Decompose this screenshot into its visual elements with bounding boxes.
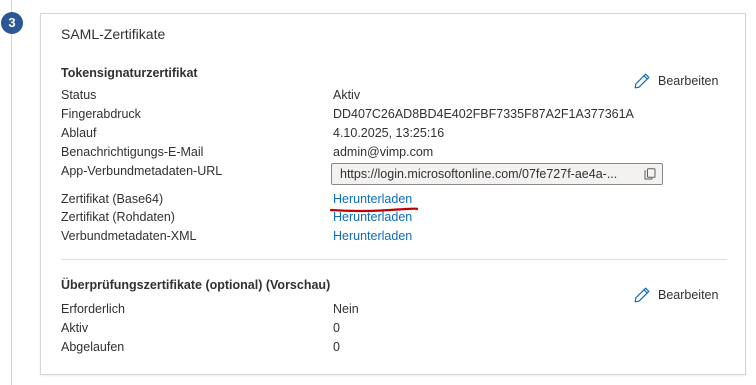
certificate-raw-label: Zertifikat (Rohdaten) bbox=[61, 210, 175, 224]
status-value: Aktiv bbox=[333, 88, 361, 102]
card-title: SAML-Zertifikate bbox=[61, 26, 166, 42]
copy-icon[interactable] bbox=[644, 168, 656, 180]
required-value: Nein bbox=[333, 302, 359, 316]
federation-metadata-xml-download-link[interactable]: Herunterladen bbox=[333, 229, 412, 243]
thumbprint-value: DD407C26AD8BD4E402FBF7335F87A2F1A377361A bbox=[333, 107, 634, 121]
certificate-base64-download-link[interactable]: Herunterladen bbox=[333, 192, 412, 206]
federation-metadata-xml-label: Verbundmetadaten-XML bbox=[61, 229, 197, 243]
verification-certificates-heading: Überprüfungszertifikate (optional) (Vors… bbox=[61, 278, 331, 292]
active-label: Aktiv bbox=[61, 321, 89, 335]
active-value: 0 bbox=[333, 321, 340, 335]
expired-value: 0 bbox=[333, 340, 340, 354]
status-label: Status bbox=[61, 88, 97, 102]
notification-email-label: Benachrichtigungs-E-Mail bbox=[61, 145, 204, 159]
expired-label: Abgelaufen bbox=[61, 340, 125, 354]
section-divider bbox=[61, 259, 727, 260]
required-label: Erforderlich bbox=[61, 302, 125, 316]
notification-email-value: admin@vimp.com bbox=[333, 145, 434, 159]
certificate-base64-label: Zertifikat (Base64) bbox=[61, 192, 164, 206]
app-federation-metadata-url-value[interactable]: https://login.microsoftonline.com/07fe72… bbox=[340, 167, 634, 181]
step-connector-line bbox=[11, 0, 12, 385]
expiration-value: 4.10.2025, 13:25:16 bbox=[333, 126, 445, 140]
pencil-icon bbox=[634, 73, 650, 89]
edit-verification-certificates-label: Bearbeiten bbox=[658, 288, 719, 302]
edit-token-signing-label: Bearbeiten bbox=[658, 74, 719, 88]
pencil-icon bbox=[634, 287, 650, 303]
app-federation-metadata-url-label: App-Verbundmetadaten-URL bbox=[61, 164, 223, 178]
app-federation-metadata-url-field[interactable]: https://login.microsoftonline.com/07fe72… bbox=[331, 163, 663, 185]
saml-certificates-card: SAML-Zertifikate Tokensignaturzertifikat… bbox=[40, 13, 746, 375]
token-signing-heading: Tokensignaturzertifikat bbox=[61, 66, 198, 80]
certificate-raw-download-link[interactable]: Herunterladen bbox=[333, 210, 412, 224]
expiration-label: Ablauf bbox=[61, 126, 97, 140]
thumbprint-label: Fingerabdruck bbox=[61, 107, 141, 121]
step-number-badge: 3 bbox=[1, 12, 23, 34]
page: 3 SAML-Zertifikate Tokensignaturzertifik… bbox=[0, 0, 756, 385]
